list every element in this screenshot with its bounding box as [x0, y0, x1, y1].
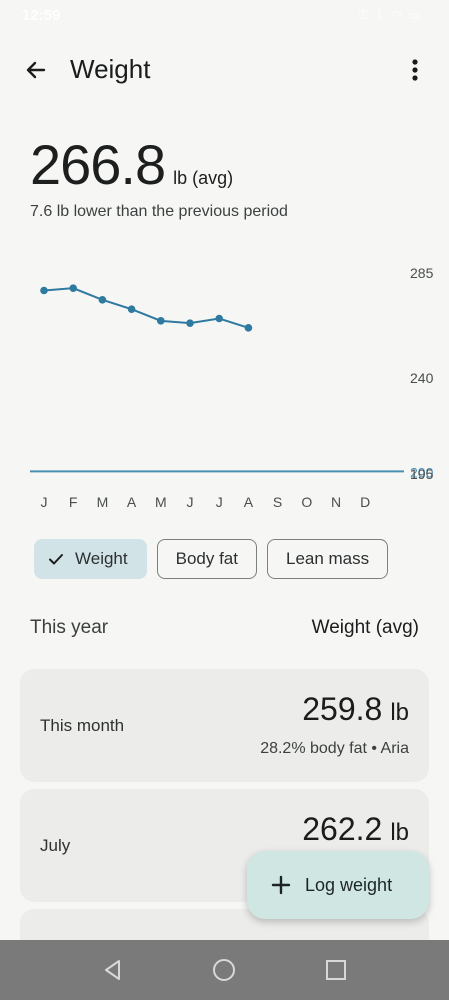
wifi-icon: ◠ [391, 8, 402, 22]
chip-label: Weight [75, 549, 128, 568]
average-weight-unit: lb (avg) [173, 168, 234, 188]
chip-body-fat[interactable]: Body fat [156, 539, 257, 579]
list-item[interactable]: This month 259.8 lb 28.2% body fat • Ari… [20, 669, 429, 782]
summary-average: 266.8 lb (avg) [30, 132, 233, 197]
metric-chips: Weight Body fat Lean mass [34, 539, 389, 579]
app-header: Weight [0, 40, 449, 100]
chip-lean-mass[interactable]: Lean mass [266, 539, 389, 579]
log-weight-button[interactable]: Log weight [247, 851, 429, 919]
x-tick-label: J [216, 494, 223, 510]
check-icon [47, 550, 65, 568]
nav-back-button[interactable] [98, 955, 128, 985]
arrow-left-icon [26, 61, 46, 79]
list-item-label: This month [40, 716, 125, 735]
x-tick-label: F [69, 494, 78, 510]
x-tick-label: A [127, 494, 137, 510]
battery-icon: ▭ [409, 8, 421, 22]
data-point [98, 296, 107, 304]
value-unit: lb [390, 699, 409, 726]
nav-recents-button[interactable] [321, 955, 351, 985]
chip-weight[interactable]: Weight [34, 539, 147, 579]
list-item-value: 262.2 lb [302, 811, 409, 848]
y-tick-label: 195 [410, 466, 434, 482]
period-label: This year [30, 617, 109, 638]
weight-chart-svg: 200285240195J F M A M J J A S O N D [30, 265, 434, 510]
more-options-button[interactable] [401, 54, 429, 86]
status-bar: 12:59 ⚿ ᛒ ◠ ▭ [0, 0, 449, 32]
data-point [215, 314, 223, 323]
data-point [186, 319, 194, 327]
y-tick-label: 285 [410, 265, 434, 281]
status-time: 12:59 [22, 7, 61, 24]
weight-chart[interactable]: 200 285 240 195 J F M A M J J A S O N D [0, 255, 449, 520]
x-tick-label: M [155, 494, 167, 510]
data-point [40, 286, 48, 295]
x-tick-label: J [41, 494, 48, 510]
x-tick-label: N [331, 494, 341, 510]
log-weight-label: Log weight [305, 874, 393, 895]
system-nav-bar [0, 940, 449, 1000]
key-icon: ⚿ [358, 8, 368, 22]
nav-home-button[interactable] [209, 955, 239, 985]
bluetooth-icon: ᛒ [375, 8, 384, 22]
value-number: 259.8 [302, 691, 383, 727]
list-item-detail: 28.2% body fat • Aria [260, 740, 409, 757]
page-title: Weight [70, 54, 151, 84]
y-tick-label: 240 [410, 370, 434, 386]
x-tick-label: O [301, 494, 312, 510]
average-weight-value: 266.8 [30, 133, 166, 196]
back-icon [105, 960, 120, 980]
x-tick-label: S [273, 494, 282, 510]
list-item-label: July [40, 836, 71, 855]
list-item-value: 259.8 lb [302, 691, 409, 728]
plus-icon [271, 875, 291, 895]
chip-label: Lean mass [285, 549, 370, 568]
value-number: 262.2 [302, 811, 383, 847]
x-tick-label: M [97, 494, 109, 510]
x-tick-label: A [244, 494, 254, 510]
data-point [244, 324, 253, 332]
metric-label: Weight (avg) [311, 617, 419, 638]
status-icons: ⚿ ᛒ ◠ ▭ [359, 8, 421, 23]
data-point [127, 305, 136, 313]
data-point [157, 317, 165, 325]
list-header: This year Weight (avg) [30, 617, 419, 645]
data-point [69, 284, 77, 292]
value-unit: lb [390, 819, 409, 846]
more-vert-icon [412, 59, 418, 81]
chip-label: Body fat [175, 549, 238, 568]
home-icon [213, 959, 235, 981]
comparison-text: 7.6 lb lower than the previous period [30, 203, 288, 220]
x-tick-label: D [360, 494, 370, 510]
x-tick-label: J [187, 494, 194, 510]
recents-icon [326, 960, 346, 980]
back-button[interactable] [18, 54, 54, 86]
